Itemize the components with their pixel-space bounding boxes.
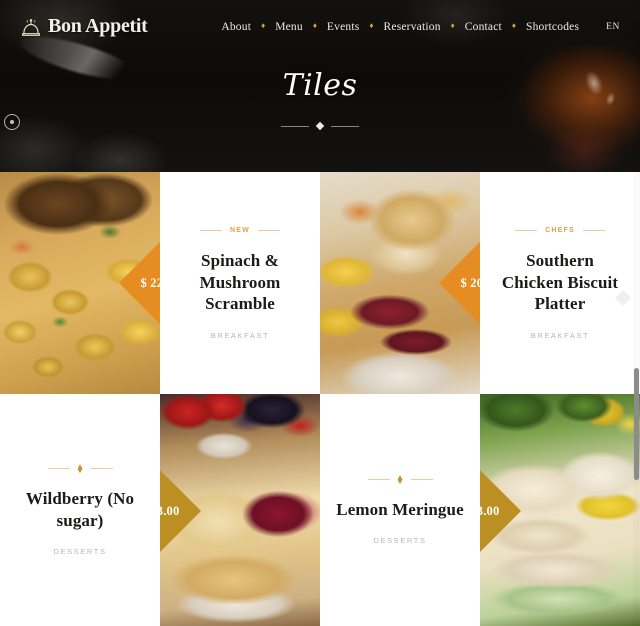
site-logo[interactable]: Bon Appetit <box>20 15 148 38</box>
nav-item-menu[interactable]: Menu <box>266 21 312 33</box>
nav-separator-diamond-icon: ♦ <box>511 20 517 30</box>
divider-line-left <box>281 125 309 127</box>
page-scrollbar-track[interactable] <box>633 0 640 626</box>
tile-title: Wildberry (No sugar) <box>25 488 135 530</box>
tile-badge-row: CHEFS <box>515 226 605 236</box>
badge-line-left <box>367 479 390 481</box>
tile-photo-lemon-meringue[interactable]: $ 13.00 <box>480 394 640 626</box>
tile-info-lemon-meringue[interactable]: Lemon Meringue DESSERTS <box>320 394 480 626</box>
tile-photo-wildberry-no-sugar[interactable]: $ 13.00 <box>160 394 320 626</box>
price-value: $ 22.00 <box>140 275 160 290</box>
tile-hover-diamond-icon[interactable] <box>615 290 631 306</box>
diamond-glyph <box>615 290 631 306</box>
tile-badge-row <box>367 475 433 485</box>
badge-line-right <box>90 468 113 470</box>
hero-title-block: Tiles <box>0 68 640 131</box>
badge-line-right <box>582 230 605 232</box>
hero-divider <box>0 121 640 131</box>
tile-badge-chefs: CHEFS <box>545 227 575 235</box>
tile-category: DESSERTS <box>53 547 107 557</box>
tile-photo-spinach-mushroom-scramble[interactable]: $ 22.00 <box>0 172 160 394</box>
badge-diamond-icon <box>397 475 403 485</box>
tile-badge-row <box>47 464 113 474</box>
price-value: $ 13.00 <box>480 503 500 518</box>
decorative-circle-icon <box>4 114 20 130</box>
tile-title: Lemon Meringue <box>336 499 464 519</box>
page-title: Tiles <box>282 68 358 103</box>
tile-category: BREAKFAST <box>530 331 590 341</box>
divider-line-right <box>331 125 359 127</box>
badge-diamond-icon <box>77 464 83 474</box>
tile-category: DESSERTS <box>373 536 427 546</box>
tile-badge-row: NEW <box>200 226 280 236</box>
cloche-cake-icon <box>22 18 40 36</box>
badge-line-right <box>257 230 280 232</box>
tile-info-southern-chicken-biscuit-platter[interactable]: CHEFS Southern Chicken Biscuit Platter B… <box>480 172 640 394</box>
nav-separator-diamond-icon: ♦ <box>369 20 374 30</box>
nav-separator-diamond-icon: ♦ <box>312 20 317 30</box>
tile-category: BREAKFAST <box>210 331 270 341</box>
tile-title: Southern Chicken Biscuit Platter <box>501 250 619 314</box>
tile-badge-new: NEW <box>230 227 250 235</box>
hero-section: Bon Appetit About ♦ Menu ♦ Events ♦ Rese… <box>0 0 640 172</box>
price-value: $ 13.00 <box>160 503 180 518</box>
tile-photo-southern-chicken-biscuit-platter[interactable]: $ 20.00 <box>320 172 480 394</box>
price-value: $ 20.00 <box>460 275 480 290</box>
menu-tile-grid: $ 22.00 NEW Spinach & Mushroom Scramble … <box>0 172 640 626</box>
tile-title: Spinach & Mushroom Scramble <box>199 250 281 314</box>
nav-separator-diamond-icon: ♦ <box>450 20 455 30</box>
nav-item-shortcodes[interactable]: Shortcodes <box>517 21 588 33</box>
nav-item-reservation[interactable]: Reservation <box>375 21 450 33</box>
badge-line-left <box>47 468 70 470</box>
badge-line-left <box>515 230 538 232</box>
badge-line-right <box>410 479 433 481</box>
nav-item-about[interactable]: About <box>212 21 260 33</box>
brand-name: Bon Appetit <box>48 15 148 37</box>
nav-item-contact[interactable]: Contact <box>456 21 511 33</box>
tile-info-spinach-mushroom-scramble[interactable]: NEW Spinach & Mushroom Scramble BREAKFAS… <box>160 172 320 394</box>
nav-separator-diamond-icon: ♦ <box>261 20 266 30</box>
tile-info-wildberry-no-sugar[interactable]: Wildberry (No sugar) DESSERTS <box>0 394 160 626</box>
nav-item-events[interactable]: Events <box>318 21 369 33</box>
main-navigation-bar: Bon Appetit About ♦ Menu ♦ Events ♦ Rese… <box>0 0 640 53</box>
nav-links: About ♦ Menu ♦ Events ♦ Reservation ♦ Co… <box>212 21 624 33</box>
page-scrollbar-thumb[interactable] <box>634 368 639 480</box>
language-switcher[interactable]: EN <box>606 22 620 32</box>
diamond-icon <box>315 121 325 131</box>
badge-line-left <box>200 230 223 232</box>
